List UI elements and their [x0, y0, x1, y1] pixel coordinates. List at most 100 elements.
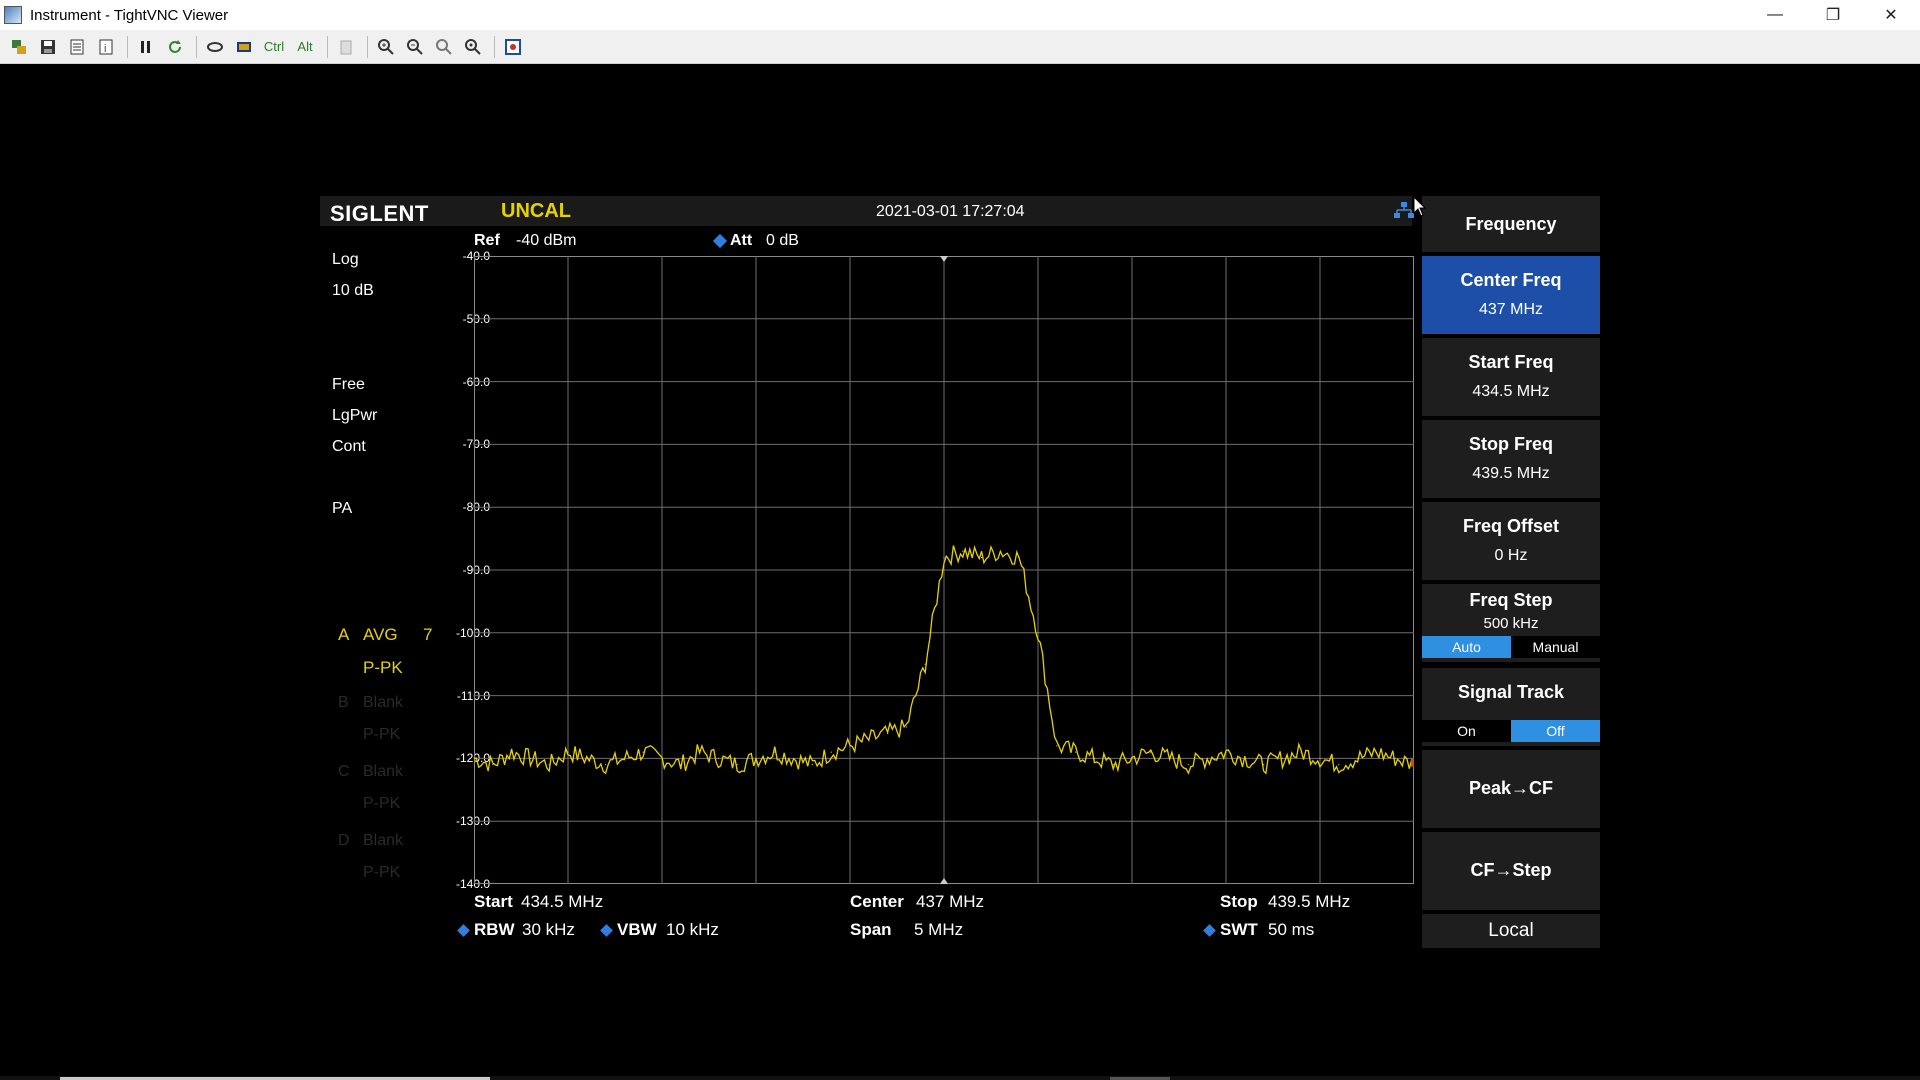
trace-data-point	[717, 757, 719, 759]
trace-data-point	[905, 726, 907, 728]
center-bottom-marker	[940, 878, 948, 884]
ctrl-key-button[interactable]: Ctrl	[260, 34, 288, 60]
trace-data-point	[1093, 757, 1095, 759]
stop-freq-softkey[interactable]: Stop Freq 439.5 MHz	[1422, 420, 1600, 498]
center-freq-value: 437 MHz	[1478, 301, 1544, 318]
fullscreen-icon[interactable]	[231, 34, 257, 60]
trace-data-point	[1338, 764, 1340, 766]
trace-data-point	[1169, 757, 1171, 759]
save-icon[interactable]	[35, 34, 61, 60]
menu-title: Frequency	[1422, 196, 1600, 252]
freq-step-label: Freq Step	[1469, 590, 1553, 610]
stop-freq-label: Stop Freq	[1469, 434, 1553, 454]
trace-data-point	[1056, 745, 1058, 747]
trace-data-point	[755, 757, 757, 759]
scale-type: Log	[332, 251, 359, 268]
trace-data-point	[962, 550, 964, 552]
clipboard-icon[interactable]	[333, 34, 359, 60]
trace-data-point	[1206, 757, 1208, 759]
close-button[interactable]: ✕	[1862, 0, 1920, 30]
vbw-value: 10 kHz	[666, 920, 719, 939]
spectrum-analyzer-screen: SIGLENT UNCAL 2021-03-01 17:27:04 Ref -4…	[320, 196, 1600, 948]
trace-d-detector: P-PK	[363, 864, 401, 881]
rbw-indicator-dot	[457, 924, 470, 937]
scale-division: 10 dB	[332, 282, 374, 299]
tightvnc-app-icon	[4, 6, 22, 24]
trace-data-point	[1357, 757, 1359, 759]
zoom-out-icon[interactable]	[402, 34, 428, 60]
window-controls: — ❐ ✕	[1746, 0, 1920, 30]
swt-indicator-dot	[1203, 924, 1216, 937]
alt-key-button[interactable]: Alt	[291, 34, 319, 60]
trace-a-detector: P-PK	[363, 658, 403, 677]
freq-step-toggle: Auto Manual	[1422, 636, 1600, 658]
zoom-fit-icon[interactable]	[431, 34, 457, 60]
peak-to-cf-softkey[interactable]: Peak→CF	[1422, 750, 1600, 828]
trace-data-point	[567, 751, 569, 753]
sweep-mode: Cont	[332, 438, 366, 455]
pause-icon[interactable]	[133, 34, 159, 60]
trace-c-detector: P-PK	[363, 795, 401, 812]
att-label: Att	[730, 232, 753, 249]
signal-track-label: Signal Track	[1457, 682, 1565, 702]
trace-data-point	[623, 757, 625, 759]
refresh-icon[interactable]	[162, 34, 188, 60]
minimize-button[interactable]: —	[1746, 0, 1804, 30]
trace-data-point	[1281, 757, 1283, 759]
maximize-button[interactable]: ❐	[1804, 0, 1862, 30]
uncal-indicator: UNCAL	[501, 200, 571, 222]
datetime-display: 2021-03-01 17:27:04	[876, 203, 1025, 220]
start-value: 434.5 MHz	[521, 892, 604, 911]
trace-b-detector: P-PK	[363, 726, 401, 743]
trace-data-point	[548, 764, 550, 766]
stop-freq-value: 439.5 MHz	[1472, 465, 1550, 482]
attenuation-value: 0 dB	[766, 232, 799, 249]
trace-data-point	[849, 745, 851, 747]
cf-to-step-softkey[interactable]: CF→Step	[1422, 832, 1600, 910]
scale-icon[interactable]	[500, 34, 526, 60]
trace-data-point	[1187, 764, 1189, 766]
trace-a-mode: AVG	[363, 625, 398, 644]
span-value: 5 MHz	[914, 920, 964, 939]
trace-data-point	[736, 764, 738, 766]
window-titlebar: Instrument - TightVNC Viewer — ❐ ✕	[0, 0, 1920, 30]
trace-data-point	[793, 757, 795, 759]
local-button[interactable]: Local	[1422, 914, 1600, 948]
window-title: Instrument - TightVNC Viewer	[30, 6, 229, 24]
trace-data-point	[529, 757, 531, 759]
trace-data-point	[981, 556, 983, 559]
trace-data-point	[642, 751, 644, 753]
swt-label: SWT	[1220, 920, 1258, 939]
trace-data-point	[887, 732, 889, 734]
swt-value: 50 ms	[1268, 920, 1315, 939]
freq-step-auto-option[interactable]: Auto	[1422, 636, 1511, 658]
trace-data-point	[699, 751, 701, 753]
spectrum-graticule[interactable]	[474, 256, 1414, 884]
zoom-in-icon[interactable]	[373, 34, 399, 60]
freq-step-manual-option[interactable]: Manual	[1511, 636, 1600, 658]
vbw-indicator-dot	[600, 924, 613, 937]
trace-data-point	[1112, 764, 1114, 766]
freq-offset-label: Freq Offset	[1462, 516, 1559, 536]
signal-track-on-option[interactable]: On	[1422, 720, 1511, 742]
start-freq-softkey[interactable]: Start Freq 434.5 MHz	[1422, 338, 1600, 416]
trace-data-point	[1225, 751, 1227, 753]
trace-data-point	[774, 751, 776, 753]
preamp-indicator: PA	[332, 500, 353, 517]
transfer-icon[interactable]	[202, 34, 228, 60]
zoom-custom-icon[interactable]	[460, 34, 486, 60]
options-icon[interactable]	[64, 34, 90, 60]
center-freq-softkey[interactable]: Center Freq 437 MHz	[1422, 256, 1600, 334]
frequency-softkey-menu: Frequency Center Freq 437 MHz Start Freq…	[1422, 196, 1600, 948]
info-icon[interactable]: i	[93, 34, 119, 60]
vbw-label: VBW	[617, 920, 657, 939]
trace-data-point	[924, 663, 926, 665]
new-connection-icon[interactable]	[6, 34, 32, 60]
detector-mode: LgPwr	[332, 407, 378, 424]
trace-data-point	[511, 751, 513, 753]
center-top-marker	[940, 256, 948, 262]
toolbar-separator	[196, 35, 197, 58]
freq-offset-softkey[interactable]: Freq Offset 0 Hz	[1422, 502, 1600, 580]
trace-data-point	[680, 764, 682, 766]
signal-track-off-option[interactable]: Off	[1511, 720, 1600, 742]
